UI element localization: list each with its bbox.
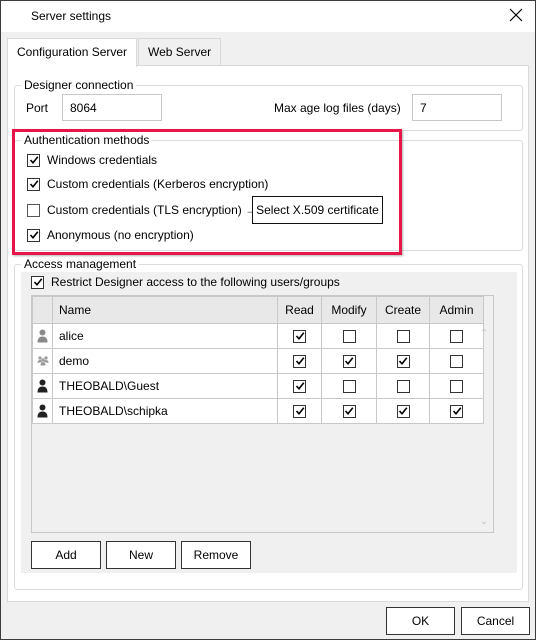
column-header-create[interactable]: Create bbox=[376, 296, 430, 324]
close-icon[interactable] bbox=[505, 5, 527, 27]
max-age-label: Max age log files (days) bbox=[274, 101, 401, 115]
row-read-cell bbox=[277, 373, 322, 399]
row-admin-cell bbox=[429, 323, 484, 349]
row-create-cell bbox=[376, 398, 430, 424]
row-icon-cell bbox=[32, 398, 53, 424]
checkbox-checked[interactable] bbox=[27, 153, 40, 167]
authentication-methods-legend: Authentication methods bbox=[21, 133, 153, 147]
row-name[interactable]: THEOBALD\Guest bbox=[52, 373, 278, 399]
create-checkbox-checked[interactable] bbox=[396, 404, 410, 418]
windows-credentials-label: Windows credentials bbox=[47, 153, 158, 167]
add-button[interactable]: Add bbox=[31, 541, 101, 569]
ok-button[interactable]: OK bbox=[386, 607, 455, 635]
row-icon-cell bbox=[32, 323, 53, 349]
row-icon-cell bbox=[32, 348, 53, 374]
cancel-button[interactable]: Cancel bbox=[461, 607, 530, 635]
table-header: Name Read Modify Create Admin bbox=[32, 296, 484, 324]
window-title: Server settings bbox=[31, 9, 112, 23]
tab-web-server[interactable]: Web Server bbox=[138, 38, 222, 66]
modify-checkbox-checked[interactable] bbox=[342, 404, 356, 418]
column-header-read[interactable]: Read bbox=[277, 296, 322, 324]
tls-credentials-label: Custom credentials (TLS encryption) → bbox=[47, 203, 258, 217]
read-checkbox-checked[interactable] bbox=[293, 329, 306, 343]
row-modify-cell bbox=[321, 373, 377, 399]
group-icon bbox=[33, 356, 52, 366]
modify-checkbox-unchecked[interactable] bbox=[342, 379, 356, 393]
max-age-input[interactable]: 7 bbox=[412, 94, 502, 121]
new-button[interactable]: New bbox=[106, 541, 176, 569]
table-row[interactable]: demo bbox=[32, 348, 484, 374]
tab-configuration-server[interactable]: Configuration Server bbox=[7, 38, 138, 67]
checkbox-checked[interactable] bbox=[31, 275, 44, 289]
kerberos-credentials-label: Custom credentials (Kerberos encryption) bbox=[47, 177, 269, 191]
admin-checkbox-unchecked[interactable] bbox=[450, 379, 463, 393]
row-read-cell bbox=[277, 398, 322, 424]
modify-checkbox-unchecked[interactable] bbox=[342, 329, 356, 343]
designer-connection-legend: Designer connection bbox=[21, 78, 137, 92]
row-admin-cell bbox=[429, 398, 484, 424]
row-name[interactable]: demo bbox=[52, 348, 278, 374]
anonymous-label: Anonymous (no encryption) bbox=[47, 228, 194, 242]
user-icon bbox=[33, 379, 52, 393]
admin-checkbox-checked[interactable] bbox=[450, 404, 463, 418]
checkbox-unchecked[interactable] bbox=[27, 203, 40, 217]
select-certificate-button[interactable]: Select X.509 certificate bbox=[252, 196, 383, 224]
user-icon bbox=[33, 329, 52, 343]
restrict-access-label: Restrict Designer access to the followin… bbox=[51, 275, 340, 289]
port-label: Port bbox=[26, 101, 49, 115]
read-checkbox-checked[interactable] bbox=[293, 354, 306, 368]
anonymous-checkbox[interactable]: Anonymous (no encryption) bbox=[27, 228, 194, 242]
table-row[interactable]: THEOBALD\schipka bbox=[32, 398, 484, 424]
scroll-up-icon[interactable]: ⌃ bbox=[477, 328, 491, 340]
row-admin-cell bbox=[429, 373, 484, 399]
column-header-modify[interactable]: Modify bbox=[321, 296, 377, 324]
read-checkbox-checked[interactable] bbox=[293, 404, 306, 418]
users-table: Name Read Modify Create Admin alice demo T… bbox=[32, 296, 484, 424]
row-admin-cell bbox=[429, 348, 484, 374]
create-checkbox-checked[interactable] bbox=[396, 354, 410, 368]
column-header-name[interactable]: Name bbox=[52, 296, 278, 324]
users-grid[interactable]: Name Read Modify Create Admin alice demo T… bbox=[31, 295, 494, 533]
table-row[interactable]: THEOBALD\Guest bbox=[32, 373, 484, 399]
column-header-admin[interactable]: Admin bbox=[429, 296, 484, 324]
row-modify-cell bbox=[321, 323, 377, 349]
access-management-legend: Access management bbox=[21, 257, 140, 271]
tls-credentials-checkbox[interactable]: Custom credentials (TLS encryption) → bbox=[27, 203, 257, 217]
row-read-cell bbox=[277, 323, 322, 349]
row-name[interactable]: alice bbox=[52, 323, 278, 349]
row-icon-cell bbox=[32, 373, 53, 399]
row-modify-cell bbox=[321, 398, 377, 424]
user-icon bbox=[33, 404, 52, 418]
server-settings-dialog: Server settings Configuration Server Web… bbox=[0, 0, 536, 640]
checkbox-checked[interactable] bbox=[27, 177, 40, 191]
checkbox-checked[interactable] bbox=[27, 228, 40, 242]
port-input[interactable]: 8064 bbox=[62, 94, 162, 121]
row-read-cell bbox=[277, 348, 322, 374]
row-create-cell bbox=[376, 323, 430, 349]
row-modify-cell bbox=[321, 348, 377, 374]
row-create-cell bbox=[376, 348, 430, 374]
admin-checkbox-unchecked[interactable] bbox=[450, 329, 463, 343]
modify-checkbox-checked[interactable] bbox=[342, 354, 356, 368]
row-create-cell bbox=[376, 373, 430, 399]
admin-checkbox-unchecked[interactable] bbox=[450, 354, 463, 368]
restrict-access-checkbox[interactable]: Restrict Designer access to the followin… bbox=[31, 275, 340, 289]
scroll-down-icon[interactable]: ⌄ bbox=[477, 516, 491, 528]
create-checkbox-unchecked[interactable] bbox=[396, 329, 410, 343]
create-checkbox-unchecked[interactable] bbox=[396, 379, 410, 393]
column-header-icon bbox=[32, 296, 53, 324]
read-checkbox-checked[interactable] bbox=[293, 379, 306, 393]
remove-button[interactable]: Remove bbox=[181, 541, 251, 569]
table-row[interactable]: alice bbox=[32, 323, 484, 349]
kerberos-credentials-checkbox[interactable]: Custom credentials (Kerberos encryption) bbox=[27, 177, 268, 191]
windows-credentials-checkbox[interactable]: Windows credentials bbox=[27, 153, 157, 167]
row-name[interactable]: THEOBALD\schipka bbox=[52, 398, 278, 424]
title-bar: Server settings bbox=[1, 1, 535, 32]
